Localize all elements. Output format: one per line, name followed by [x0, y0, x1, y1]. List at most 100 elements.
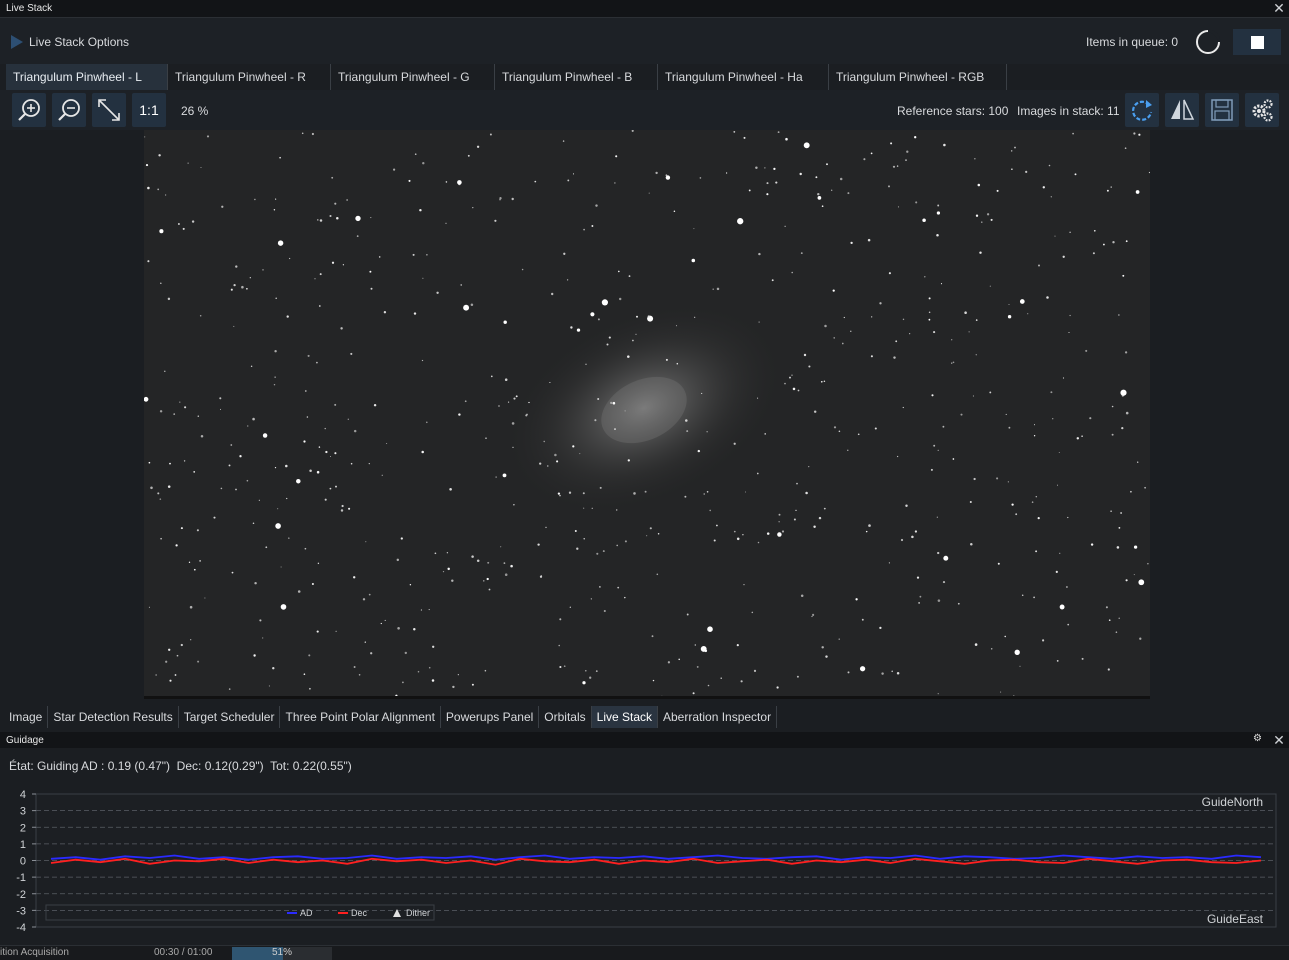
- star: [583, 228, 585, 231]
- star: [977, 183, 981, 187]
- panel-tab-5[interactable]: Orbitals: [539, 706, 592, 728]
- star: [928, 297, 931, 300]
- tab-target-5[interactable]: Triangulum Pinwheel - RGB: [829, 64, 1007, 90]
- star: [686, 430, 689, 433]
- star: [545, 526, 547, 529]
- star: [1116, 546, 1120, 549]
- panel-settings-icon[interactable]: ⚙: [1253, 733, 1262, 744]
- star: [684, 495, 687, 498]
- refresh-button[interactable]: [1125, 93, 1159, 127]
- panel-tab-3[interactable]: Three Point Polar Alignment: [280, 706, 441, 728]
- star: [914, 530, 918, 533]
- star: [792, 387, 796, 391]
- star: [737, 218, 744, 225]
- star: [421, 359, 424, 362]
- star: [381, 474, 383, 476]
- star: [303, 673, 306, 675]
- star: [850, 330, 852, 332]
- star: [190, 639, 192, 641]
- fit-arrows-icon: [98, 99, 120, 121]
- panel-tab-0[interactable]: Image: [4, 706, 49, 728]
- star: [1015, 513, 1018, 516]
- panel-tab-6[interactable]: Live Stack: [591, 706, 658, 728]
- star: [316, 470, 320, 474]
- panel-tab-2[interactable]: Target Scheduler: [179, 706, 281, 728]
- tab-target-4[interactable]: Triangulum Pinwheel - Ha: [658, 64, 829, 90]
- star: [1011, 168, 1013, 170]
- star: [897, 206, 900, 208]
- tab-target-0[interactable]: Triangulum Pinwheel - L: [6, 64, 168, 90]
- star: [1090, 543, 1094, 546]
- star: [818, 516, 822, 520]
- star: [789, 376, 791, 379]
- star: [1027, 313, 1029, 315]
- star: [329, 455, 332, 458]
- star: [989, 285, 991, 287]
- one-to-one-button[interactable]: 1:1: [132, 93, 166, 127]
- tab-target-1[interactable]: Triangulum Pinwheel - R: [168, 64, 331, 90]
- panel-tab-1[interactable]: Star Detection Results: [48, 706, 179, 728]
- star: [1005, 413, 1007, 415]
- star: [686, 613, 689, 616]
- star: [589, 676, 592, 679]
- star: [777, 532, 782, 537]
- save-button[interactable]: [1205, 93, 1239, 127]
- star: [649, 527, 652, 530]
- star: [1037, 264, 1041, 267]
- star: [631, 339, 634, 342]
- star: [309, 469, 312, 472]
- star: [457, 674, 459, 676]
- star: [594, 419, 597, 422]
- star: [197, 660, 200, 663]
- star: [341, 504, 344, 508]
- panel-tab-4[interactable]: Powerups Panel: [441, 706, 540, 728]
- star: [1046, 296, 1049, 299]
- live-stack-options-label[interactable]: Live Stack Options: [29, 35, 129, 49]
- star: [888, 272, 891, 275]
- star: [311, 582, 314, 586]
- star: [241, 285, 244, 289]
- star: [304, 390, 307, 392]
- star: [463, 304, 470, 311]
- expand-triangle-icon[interactable]: [10, 34, 24, 50]
- stop-button[interactable]: [1233, 29, 1281, 55]
- star: [1125, 240, 1128, 243]
- tab-target-2[interactable]: Triangulum Pinwheel - G: [331, 64, 495, 90]
- star: [1021, 594, 1024, 596]
- star: [252, 522, 255, 524]
- zoom-in-button[interactable]: [12, 93, 46, 127]
- star: [576, 547, 579, 550]
- fit-to-screen-button[interactable]: [92, 93, 126, 127]
- panel-tab-7[interactable]: Aberration Inspector: [658, 706, 778, 728]
- star: [155, 674, 157, 676]
- star: [273, 209, 276, 211]
- guiding-close-icon[interactable]: ✕: [1272, 733, 1286, 747]
- close-icon[interactable]: ✕: [1272, 1, 1286, 15]
- star: [863, 158, 866, 161]
- settings-button[interactable]: [1245, 93, 1279, 127]
- star: [803, 142, 810, 149]
- tab-target-3[interactable]: Triangulum Pinwheel - B: [495, 64, 658, 90]
- star: [1068, 331, 1070, 334]
- star: [823, 380, 826, 383]
- zoom-out-button[interactable]: [52, 93, 86, 127]
- star: [434, 552, 437, 555]
- window-titlebar: Live Stack ✕: [0, 0, 1289, 18]
- star: [628, 275, 631, 277]
- star: [596, 552, 599, 555]
- star: [1139, 637, 1142, 640]
- star: [905, 159, 907, 162]
- star: [370, 287, 373, 290]
- star: [709, 509, 711, 512]
- star: [960, 413, 963, 416]
- live-stack-image[interactable]: [144, 130, 1150, 698]
- star: [570, 326, 573, 329]
- star: [744, 491, 747, 493]
- star: [563, 665, 566, 668]
- star: [915, 201, 918, 204]
- flip-button[interactable]: [1165, 93, 1199, 127]
- y-tick-label: -2: [16, 889, 26, 901]
- star: [1042, 186, 1045, 189]
- star: [615, 509, 618, 511]
- status-acquisition-label: ition Acquisition: [0, 947, 69, 958]
